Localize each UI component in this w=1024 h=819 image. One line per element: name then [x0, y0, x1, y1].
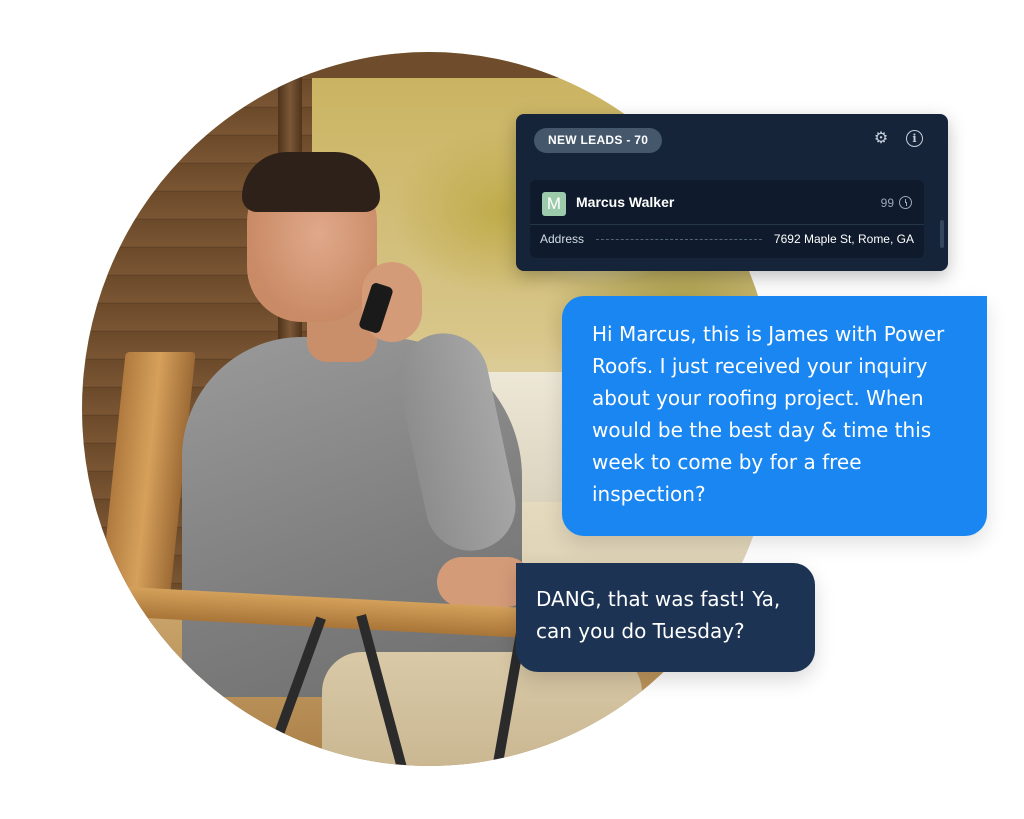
- outgoing-message-bubble: Hi Marcus, this is James with Power Roof…: [562, 296, 987, 536]
- address-value: 7692 Maple St, Rome, GA: [773, 232, 914, 246]
- lead-name: Marcus Walker: [576, 194, 675, 210]
- address-label: Address: [540, 232, 585, 246]
- lead-score: 99: [880, 196, 894, 210]
- person-hair: [242, 152, 380, 212]
- leader-dots: [596, 239, 762, 240]
- lead-list-item[interactable]: M Marcus Walker 99 Address 7692 Maple St…: [530, 180, 924, 258]
- info-icon[interactable]: i: [906, 130, 923, 147]
- divider: [530, 224, 924, 225]
- incoming-message-bubble: DANG, that was fast! Ya, can you do Tues…: [516, 563, 815, 672]
- outgoing-message-text: Hi Marcus, this is James with Power Roof…: [592, 322, 945, 506]
- incoming-message-text: DANG, that was fast! Ya, can you do Tues…: [536, 587, 781, 643]
- lead-panel: NEW LEADS - 70 ⚙ i M Marcus Walker 99 Ad…: [516, 114, 948, 271]
- scrollbar[interactable]: [940, 220, 944, 248]
- new-leads-badge[interactable]: NEW LEADS - 70: [534, 128, 663, 153]
- gear-icon[interactable]: ⚙: [872, 130, 890, 148]
- porch-beam: [282, 52, 776, 78]
- avatar: M: [542, 192, 566, 216]
- clock-icon: [899, 196, 912, 209]
